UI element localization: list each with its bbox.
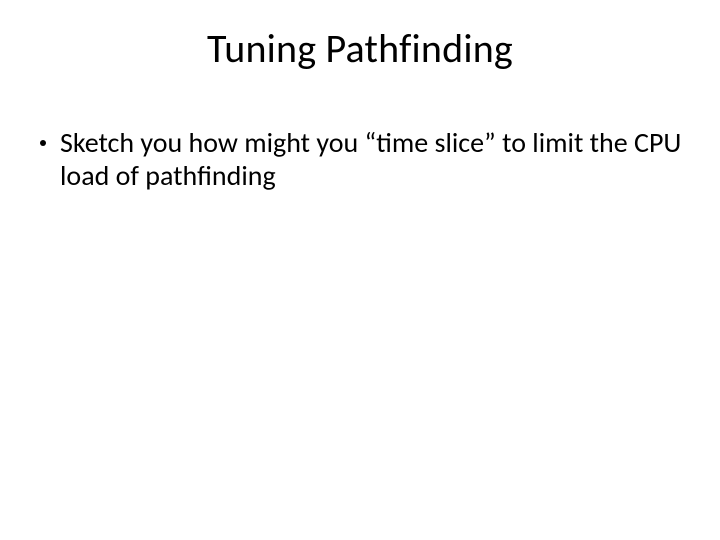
slide-body: Sketch you how might you “time slice” to… <box>38 126 682 192</box>
list-item: Sketch you how might you “time slice” to… <box>38 126 682 192</box>
slide: Tuning Pathfinding Sketch you how might … <box>0 0 720 540</box>
slide-title: Tuning Pathfinding <box>0 24 720 73</box>
bullet-icon <box>40 140 46 146</box>
bullet-text: Sketch you how might you “time slice” to… <box>60 126 682 192</box>
